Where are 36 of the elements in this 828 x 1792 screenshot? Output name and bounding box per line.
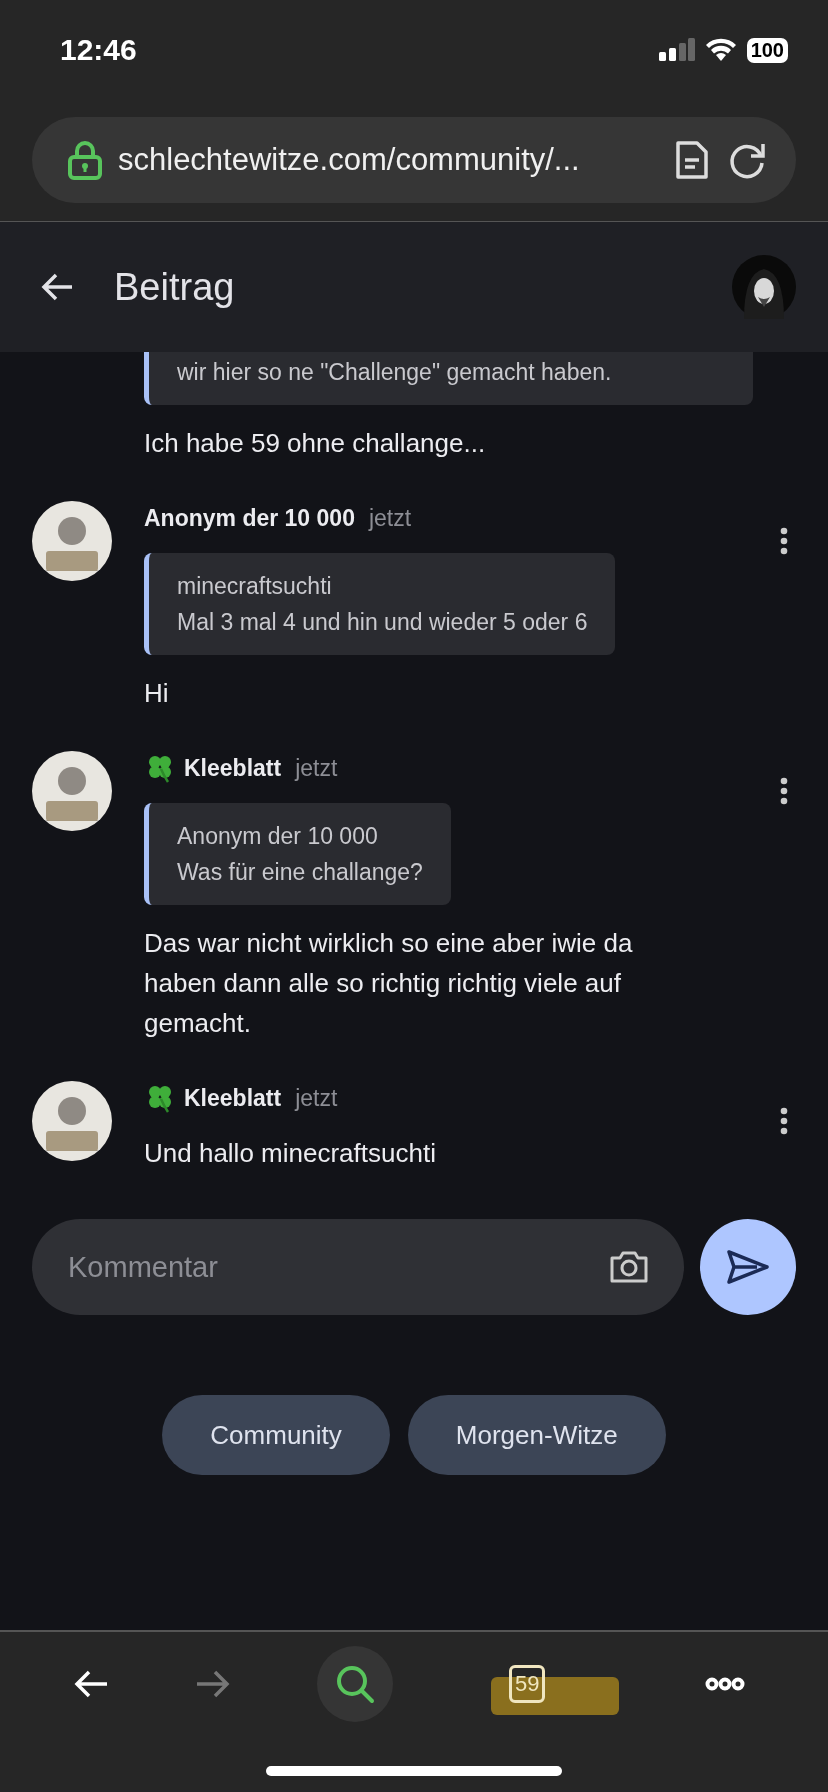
more-icon[interactable] (705, 1677, 745, 1691)
comment-text: Das war nicht wirklich so eine aber iwie da haben dann alle so richtig richtig viele auf gemacht. (144, 927, 634, 1040)
quote-text: Was für eine challange? (177, 858, 423, 887)
page-title: Beitrag (114, 265, 236, 309)
quote-author: minecraftsuchti (177, 572, 333, 601)
battery-indicator: 100 (746, 37, 788, 63)
more-options-icon[interactable] (780, 527, 788, 555)
address-bar[interactable]: schlechtewitze.com/community/... (32, 117, 796, 203)
comment-time: jetzt (295, 1084, 338, 1112)
send-icon (727, 1250, 769, 1284)
more-options-icon[interactable] (780, 777, 788, 805)
tab-count-button[interactable]: 59 (509, 1665, 546, 1703)
quote-text: wir hier so ne "Challenge" gemacht haben. (177, 358, 613, 387)
category-chip[interactable]: Morgen-Witze (407, 1395, 666, 1475)
category-chip[interactable]: Community (162, 1395, 390, 1475)
quote-text: Mal 3 mal 4 und hin und wieder 5 oder 6 (177, 608, 588, 637)
signal-icon (658, 38, 695, 62)
comment-time: jetzt (368, 504, 412, 532)
comment-text: Hi (144, 677, 170, 710)
url-text: schlechtewitze.com/community/... (118, 142, 581, 178)
search-icon (334, 1663, 376, 1705)
author-name[interactable]: Kleeblatt (184, 754, 282, 782)
camera-icon[interactable] (608, 1249, 650, 1285)
author-name[interactable]: Anonym der 10 000 (144, 504, 355, 532)
comment-text: Und hallo minecraftsuchti (144, 1137, 437, 1170)
comment-text: Ich habe 59 ohne challange... (144, 427, 487, 460)
comment-time: jetzt (295, 754, 338, 782)
quote-author: Anonym der 10 000 (177, 822, 379, 851)
document-icon[interactable] (674, 139, 710, 181)
author-name[interactable]: Kleeblatt (184, 1084, 282, 1112)
comment-field[interactable]: Kommentar (66, 1249, 608, 1285)
status-time: 12:46 (60, 33, 137, 67)
back-arrow-icon[interactable] (40, 272, 74, 302)
more-options-icon[interactable] (780, 1107, 788, 1135)
wifi-icon (704, 38, 737, 62)
comment-bar[interactable]: Kommentar (32, 1219, 684, 1315)
